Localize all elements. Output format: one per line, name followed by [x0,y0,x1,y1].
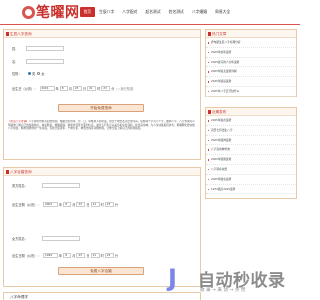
male-day-select[interactable]: 23 [76,202,86,207]
year-unit: 年 [55,87,59,91]
gender-female-radio[interactable] [37,72,41,75]
female-day-unit: 日 [86,254,90,258]
title-mark-icon [208,110,211,114]
header-divider [0,24,300,25]
nav-item-name-test[interactable]: 姓名测试 [165,7,187,17]
site-logo[interactable]: 笔曜网 [22,2,80,22]
year-select[interactable]: 2001 [39,86,55,91]
nav-item-zhouyi[interactable]: 周易大全 [212,7,234,17]
birth-label: 出生日（公历）： [12,87,38,91]
nav-item-bazi[interactable]: 生辰八字 [96,7,118,17]
birth-row: 出生日（公历）： 2001 年 8 月 23 日 21 时 23 分 □ 我已知… [12,86,133,91]
start-query-button[interactable]: 开始免费查命 [58,104,144,112]
male-minute-select[interactable]: 23 [104,202,114,207]
male-day-unit: 日 [86,203,90,207]
month-unit: 月 [68,87,72,91]
name-label: 名： [12,60,19,64]
logo-text: 笔曜网 [36,5,80,21]
female-minute-unit: 分 [114,254,118,258]
title-mark-icon [6,170,9,174]
watermark-logo-icon: J [168,264,177,292]
surname-input[interactable] [26,46,64,51]
hot-articles-list: 乔布斯生辰八字命理分析 2025年蛇年运势 2025属马的人全年运势 2025年… [206,38,296,97]
female-hour-unit: 时 [100,254,104,258]
minute-select[interactable]: 23 [101,86,111,91]
list-item[interactable]: 2025年蛇年运势 [206,48,296,58]
list-item[interactable]: 乔布斯生辰八字命理分析 [206,38,296,48]
marriage-query-button[interactable]: 免费八字合婚 [58,267,144,275]
gender-male-label: 男 [32,72,36,76]
list-item[interactable]: 八字算命免费 [206,165,296,175]
gender-label: 性别： [12,72,22,76]
panel-title: 生辰八字查询 [4,30,200,38]
female-year-unit: 年 [59,254,63,258]
male-month-select[interactable]: 8 [63,202,72,207]
nav-item-bazi-match[interactable]: 八字配对 [119,7,141,17]
nav-item-naming[interactable]: 起名测试 [142,7,164,17]
panel-title: 八字合婚查询 [4,168,200,176]
list-item[interactable]: 2025年属猪运势 [206,155,296,165]
main-nav: 首页 生辰八字 八字配对 起名测试 姓名测试 八字婚姻 周易大全 [80,7,235,17]
female-year-select[interactable]: 1999 [43,253,58,258]
male-hour-select[interactable]: 21 [90,202,100,207]
male-name-row: 男方姓名： [12,183,80,188]
list-item[interactable]: 2025年八字五行缺什么 [206,87,296,97]
male-year-unit: 年 [59,203,63,207]
male-month-unit: 月 [72,203,76,207]
nav-item-marriage[interactable]: 八字婚姻 [188,7,210,17]
name-row: 名： [12,59,64,64]
list-item[interactable]: 2025年属狗运势 [206,136,296,146]
gender-male-radio[interactable] [28,72,31,75]
gender-row: 性别： 男 女 [12,71,44,76]
panel-title: 近期发布 [206,108,296,116]
list-item[interactable]: 2025年属虎运势 [206,116,296,126]
male-name-label: 男方姓名： [12,184,28,188]
nav-item-home[interactable]: 首页 [80,7,95,17]
month-select[interactable]: 8 [59,86,68,91]
list-item[interactable]: 2025年属龙运势详解 [206,67,296,78]
panel-title: 热门文章 [206,30,296,38]
female-day-select[interactable]: 23 [76,253,86,258]
recent-articles-list: 2025年属虎运势 农历七月出生八字 2025年属狗运势 八字喜用神查询 202… [206,116,296,195]
female-birth-row: 出生日期（公历）： 1999 年 8 月 23 日 21 时 23 分 [12,253,118,258]
watermark-subtitle: 收 录 → 来 访 → 点 赞 [200,288,246,293]
known-checkbox[interactable]: □ 我已知道 [116,86,133,91]
list-item[interactable]: 2025属马的人全年运势 [206,58,296,68]
surname-row: 姓： [12,46,64,51]
day-select[interactable]: 23 [72,86,82,91]
male-year-select[interactable]: 2002 [43,202,58,207]
hour-select[interactable]: 21 [87,86,97,91]
female-name-row: 女方姓名： [12,236,80,241]
female-minute-select[interactable]: 23 [104,253,114,258]
top-bar: 笔曜网 首页 生辰八字 八字配对 起名测试 姓名测试 八字婚姻 周易大全 [0,0,300,24]
hour-unit: 时 [97,87,101,91]
surname-label: 姓： [12,47,19,51]
title-mark-icon [208,32,211,36]
female-month-select[interactable]: 8 [63,253,72,258]
female-birth-label: 出生日期（公历）： [12,254,41,258]
gender-female-label: 女 [41,72,45,76]
day-unit: 日 [82,87,87,91]
list-item[interactable]: 农历七月出生八字 [206,126,296,136]
logo-icon [22,5,35,19]
male-birth-row: 出生日期（公历）： 2002 年 8 月 23 日 21 时 23 分 [12,202,118,207]
article-lead: 【生辰八字查询】 [8,120,29,123]
article-text: 【生辰八字查询】八字算命也称为四柱预测，根据出生的年、月、日、时推算人的命运，用… [8,120,195,131]
list-item[interactable]: 2025年属兔运势 [206,175,296,185]
female-name-label: 女方姓名： [12,237,28,241]
male-birth-label: 出生日期（公历）： [12,203,41,207]
list-item[interactable]: 八字喜用神查询 [206,145,296,156]
female-month-unit: 月 [72,254,76,258]
male-minute-unit: 分 [114,203,118,207]
name-input[interactable] [26,59,64,64]
male-name-input[interactable] [42,183,80,188]
male-hour-unit: 时 [100,203,104,207]
list-item[interactable]: 1974属虎2025运势 [206,185,296,195]
list-item[interactable]: 2025年属鼠运势 [206,77,296,87]
female-hour-select[interactable]: 21 [90,253,100,258]
female-name-input[interactable] [42,236,80,241]
title-mark-icon [6,32,9,36]
watermark: J 自动秒收录 收 录 → 来 访 → 点 赞 [168,262,300,298]
minute-unit: 分 [111,87,115,91]
